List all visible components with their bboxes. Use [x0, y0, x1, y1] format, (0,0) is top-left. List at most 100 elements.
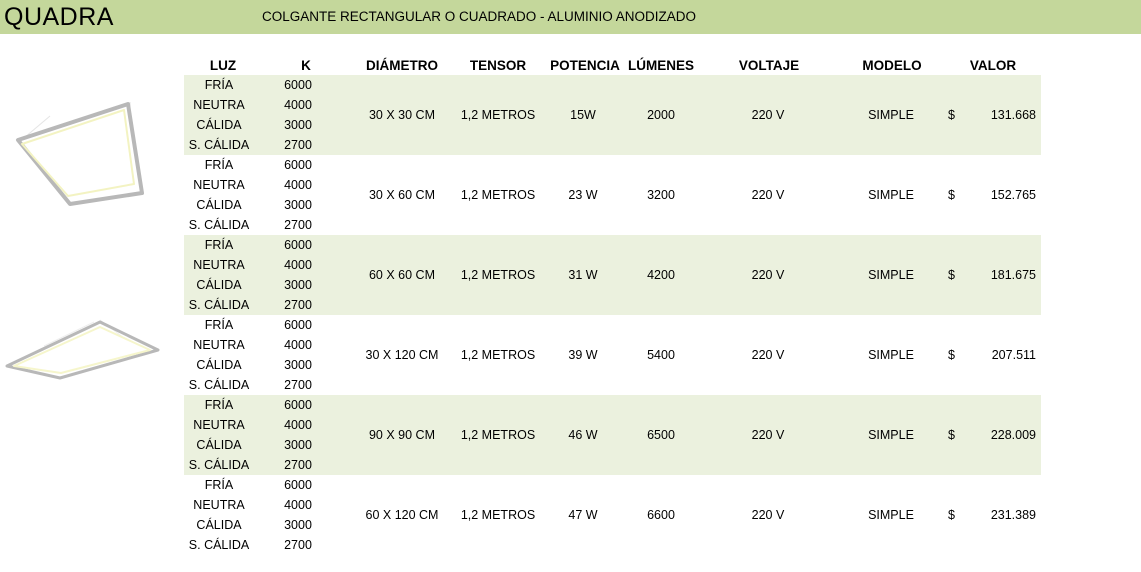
lumens-cell: 5400 — [647, 348, 675, 362]
light-type-cell: NEUTRA — [193, 98, 245, 112]
currency-symbol: $ — [948, 188, 955, 202]
currency-symbol: $ — [948, 348, 955, 362]
column-header-voltaje: VOLTAJE — [738, 58, 800, 73]
price-cell: 231.389 — [990, 508, 1036, 522]
kelvin-cell: 6000 — [284, 158, 312, 172]
voltage-cell: 220 V — [751, 428, 785, 442]
power-cell: 15W — [570, 108, 596, 122]
lumens-cell: 2000 — [647, 108, 675, 122]
power-cell: 31 W — [568, 268, 598, 282]
light-type-cell: NEUTRA — [193, 258, 245, 272]
tensor-cell: 1,2 METROS — [460, 428, 536, 442]
voltage-cell: 220 V — [751, 508, 785, 522]
price-cell: 181.675 — [990, 268, 1036, 282]
light-type-cell: NEUTRA — [193, 418, 245, 432]
light-type-cell: CÁLIDA — [196, 438, 242, 452]
lumens-cell: 6600 — [647, 508, 675, 522]
product-row: FRÍA 6000 NEUTRA 4000 CÁLIDA 3000 S. CÁLIDA 270… — [184, 75, 1041, 155]
rectangular-pendant-lamp-image — [5, 319, 160, 380]
price-cell: 228.009 — [990, 428, 1036, 442]
column-header-luz: LUZ — [209, 58, 237, 73]
product-row: FRÍA 6000 NEUTRA 4000 CÁLIDA 3000 S. CÁLIDA 270… — [184, 235, 1041, 315]
currency-symbol: $ — [948, 428, 955, 442]
kelvin-cell: 4000 — [284, 338, 312, 352]
light-type-cell: CÁLIDA — [196, 518, 242, 532]
kelvin-cell: 3000 — [284, 118, 312, 132]
tensor-cell: 1,2 METROS — [460, 268, 536, 282]
power-cell: 39 W — [568, 348, 598, 362]
kelvin-cell: 4000 — [284, 178, 312, 192]
power-cell: 23 W — [568, 188, 598, 202]
kelvin-cell: 3000 — [284, 518, 312, 532]
column-header-k: K — [301, 58, 311, 73]
diameter-cell: 60 X 120 CM — [365, 508, 439, 522]
column-header-lumenes: LÚMENES — [627, 58, 694, 73]
kelvin-cell: 3000 — [284, 438, 312, 452]
power-cell: 47 W — [568, 508, 598, 522]
diameter-cell: 30 X 60 CM — [368, 188, 435, 202]
kelvin-cell: 3000 — [284, 358, 312, 372]
kelvin-cell: 3000 — [284, 198, 312, 212]
kelvin-cell: 3000 — [284, 278, 312, 292]
light-type-cell: CÁLIDA — [196, 118, 242, 132]
title-bar: QUADRA COLGANTE RECTANGULAR O CUADRADO -… — [0, 0, 1141, 34]
voltage-cell: 220 V — [751, 268, 785, 282]
diameter-cell: 30 X 30 CM — [368, 108, 435, 122]
tensor-cell: 1,2 METROS — [460, 508, 536, 522]
column-header-potencia: POTENCIA — [550, 58, 620, 73]
lumens-cell: 4200 — [647, 268, 675, 282]
tensor-cell: 1,2 METROS — [460, 188, 536, 202]
diameter-cell: 30 X 120 CM — [365, 348, 439, 362]
tensor-cell: 1,2 METROS — [460, 108, 536, 122]
currency-symbol: $ — [948, 268, 955, 282]
light-type-cell: S. CÁLIDA — [188, 458, 250, 472]
light-type-cell: S. CÁLIDA — [188, 138, 250, 152]
voltage-cell: 220 V — [751, 348, 785, 362]
light-type-cell: NEUTRA — [193, 338, 245, 352]
light-type-cell: FRÍA — [204, 158, 234, 172]
model-cell: SIMPLE — [868, 428, 914, 442]
column-header-valor: VALOR — [969, 58, 1017, 73]
product-row: FRÍA 6000 NEUTRA 4000 CÁLIDA 3000 S. CÁLIDA 270… — [184, 315, 1041, 395]
model-cell: SIMPLE — [868, 188, 914, 202]
light-type-cell: CÁLIDA — [196, 198, 242, 212]
column-header-modelo: MODELO — [862, 58, 922, 73]
voltage-cell: 220 V — [751, 188, 785, 202]
kelvin-cell: 6000 — [284, 238, 312, 252]
kelvin-cell: 2700 — [284, 218, 312, 232]
product-row: FRÍA 6000 NEUTRA 4000 CÁLIDA 3000 S. CÁLIDA 270… — [184, 155, 1041, 235]
light-type-cell: S. CÁLIDA — [188, 298, 250, 312]
model-cell: SIMPLE — [868, 268, 914, 282]
diameter-cell: 60 X 60 CM — [368, 268, 435, 282]
product-subtitle: COLGANTE RECTANGULAR O CUADRADO - ALUMIN… — [262, 9, 697, 24]
lumens-cell: 3200 — [647, 188, 675, 202]
kelvin-cell: 2700 — [284, 378, 312, 392]
kelvin-cell: 2700 — [284, 298, 312, 312]
light-type-cell: S. CÁLIDA — [188, 378, 250, 392]
tensor-cell: 1,2 METROS — [460, 348, 536, 362]
light-type-cell: FRÍA — [204, 398, 234, 412]
product-row: FRÍA 6000 NEUTRA 4000 CÁLIDA 3000 S. CÁLIDA 270… — [184, 395, 1041, 475]
kelvin-cell: 4000 — [284, 258, 312, 272]
kelvin-cell: 6000 — [284, 318, 312, 332]
column-header-tensor: TENSOR — [469, 58, 527, 73]
light-type-cell: CÁLIDA — [196, 358, 242, 372]
product-row: FRÍA 6000 NEUTRA 4000 CÁLIDA 3000 S. CÁLIDA 270… — [184, 475, 1041, 555]
light-type-cell: FRÍA — [204, 318, 234, 332]
model-cell: SIMPLE — [868, 108, 914, 122]
light-type-cell: S. CÁLIDA — [188, 538, 250, 552]
kelvin-cell: 4000 — [284, 418, 312, 432]
square-pendant-lamp-image — [16, 102, 144, 206]
lumens-cell: 6500 — [647, 428, 675, 442]
light-type-cell: FRÍA — [204, 478, 234, 492]
currency-symbol: $ — [948, 508, 955, 522]
kelvin-cell: 4000 — [284, 498, 312, 512]
price-cell: 152.765 — [990, 188, 1036, 202]
kelvin-cell: 2700 — [284, 138, 312, 152]
light-type-cell: S. CÁLIDA — [188, 218, 250, 232]
price-cell: 131.668 — [990, 108, 1036, 122]
model-cell: SIMPLE — [868, 348, 914, 362]
light-type-cell: NEUTRA — [193, 498, 245, 512]
light-type-cell: FRÍA — [204, 238, 234, 252]
price-cell: 207.511 — [991, 348, 1036, 362]
